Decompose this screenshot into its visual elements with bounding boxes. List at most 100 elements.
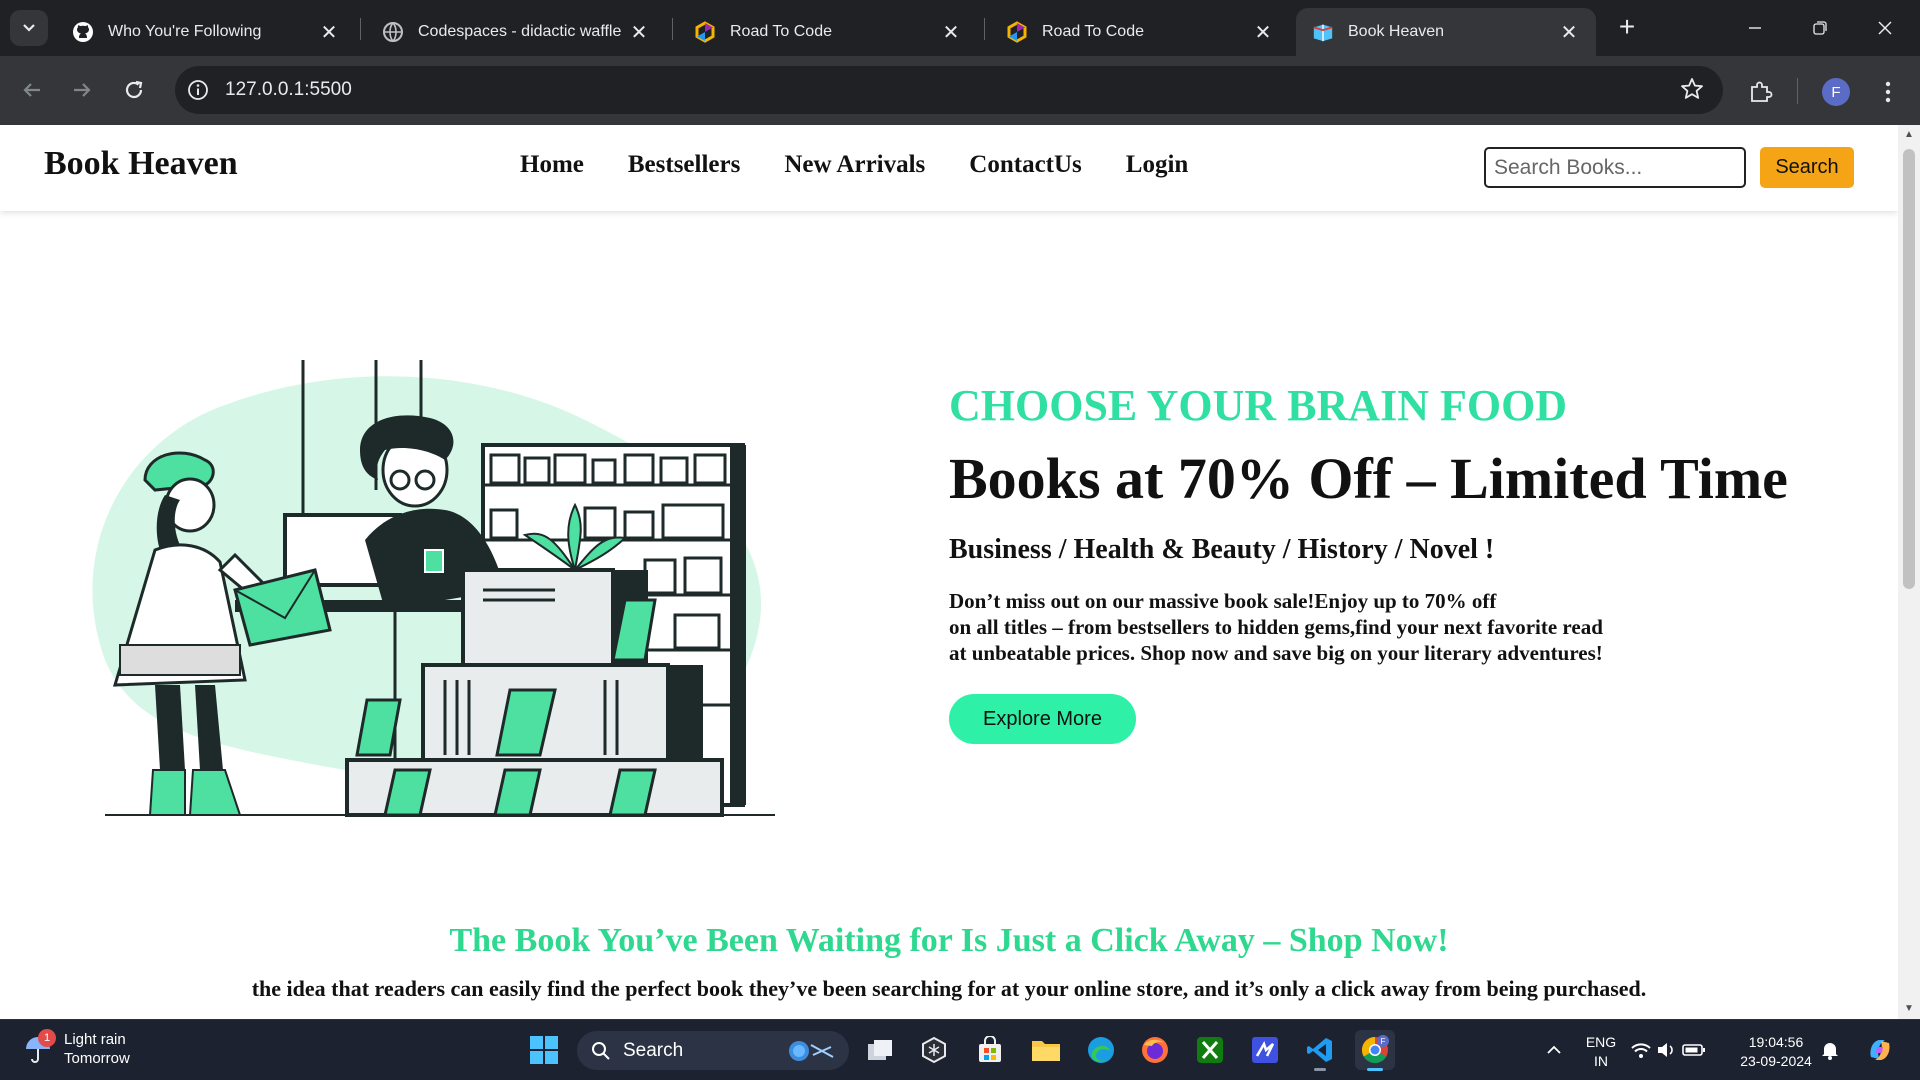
site-info-icon[interactable] [183, 75, 213, 105]
clock-time: 19:04:56 [1748, 1034, 1804, 1050]
quick-settings-button[interactable] [1628, 1030, 1708, 1070]
tab-separator [984, 18, 985, 40]
umbrella-icon: 1 [22, 1029, 56, 1065]
taskbar-app-unity[interactable] [914, 1030, 954, 1070]
arrow-left-icon [23, 83, 40, 97]
globe-icon [382, 21, 404, 43]
extensions-button[interactable] [1742, 74, 1778, 110]
tab-separator [360, 18, 361, 40]
puzzle-icon [1751, 81, 1773, 102]
task-view-button[interactable] [860, 1030, 900, 1070]
hero-description: Don’t miss out on our massive book sale!… [949, 588, 1788, 666]
nav-home-link[interactable]: Home [520, 151, 584, 179]
roadtocode-icon [694, 21, 716, 43]
close-icon[interactable]: ✕ [318, 21, 340, 44]
site-logo[interactable]: Book Heaven [44, 145, 238, 183]
forward-button[interactable] [64, 72, 100, 108]
minimize-button[interactable] [1730, 8, 1780, 48]
weather-title: Light rain [64, 1031, 126, 1048]
copilot-icon [1870, 1040, 1890, 1060]
edge-icon [1088, 1037, 1114, 1063]
notifications-button[interactable] [1815, 1030, 1845, 1070]
scroll-up-arrow-icon[interactable]: ▲ [1903, 129, 1915, 141]
tab-title: Road To Code [1042, 23, 1144, 40]
bookstore-illustration [92, 360, 775, 817]
taskbar-app-xbox[interactable] [1190, 1030, 1230, 1070]
explore-more-button[interactable]: Explore More [949, 694, 1136, 744]
page-viewport: Book Heaven Home Bestsellers New Arrival… [0, 125, 1898, 1019]
tab-search-button[interactable] [10, 10, 48, 46]
notification-badge: 1 [38, 1029, 56, 1047]
active-indicator [1367, 1068, 1383, 1071]
tab-github[interactable]: Who You're Following ✕ [56, 8, 356, 56]
hero-eyebrow: CHOOSE YOUR BRAIN FOOD [949, 381, 1568, 430]
start-button[interactable] [524, 1030, 564, 1070]
vscode-icon [1307, 1038, 1332, 1062]
tab-title: Codespaces - didactic waffle [418, 23, 622, 40]
taskbar-app-store[interactable] [970, 1030, 1010, 1070]
nav-contact-link[interactable]: ContactUs [969, 151, 1082, 179]
language-indicator[interactable]: ENG IN [1582, 1033, 1620, 1071]
clock[interactable]: 19:04:56 23-09-2024 [1728, 1033, 1824, 1071]
taskbar-app-edge[interactable] [1081, 1030, 1121, 1070]
battery-icon [1682, 1044, 1705, 1056]
taskbar-app-chrome[interactable]: F [1355, 1030, 1395, 1071]
taskbar-app-visual-studio[interactable] [1245, 1030, 1285, 1070]
arrow-right-icon [74, 83, 91, 97]
browser-menu-button[interactable] [1870, 74, 1906, 110]
book-icon [1312, 21, 1334, 43]
clock-date: 23-09-2024 [1740, 1053, 1812, 1069]
taskbar-app-file-explorer[interactable] [1026, 1030, 1066, 1070]
taskbar-app-firefox[interactable] [1135, 1030, 1175, 1070]
tab-separator [672, 18, 673, 40]
address-bar[interactable]: 127.0.0.1:5500 [175, 66, 1723, 114]
show-hidden-icons-button[interactable] [1534, 1030, 1574, 1070]
page-scrollbar[interactable]: ▲ ▼ [1898, 125, 1920, 1019]
nav-login-link[interactable]: Login [1126, 151, 1189, 179]
tab-title: Who You're Following [108, 23, 262, 40]
copilot-button[interactable] [1860, 1030, 1900, 1070]
browser-toolbar: 127.0.0.1:5500 F [0, 56, 1920, 125]
close-icon[interactable]: ✕ [1558, 21, 1580, 44]
minimize-icon [1749, 27, 1761, 29]
back-button[interactable] [14, 72, 50, 108]
windows-logo-icon [530, 1036, 558, 1064]
scrollbar-thumb[interactable] [1903, 149, 1915, 589]
window-close-button[interactable] [1860, 8, 1910, 48]
visual-studio-icon [1252, 1037, 1278, 1063]
taskbar-app-vscode[interactable] [1300, 1030, 1340, 1071]
bell-icon [1822, 1043, 1838, 1060]
taskbar-search-label: Search [623, 1039, 684, 1061]
bookmark-star-icon[interactable] [1679, 76, 1705, 107]
taskbar-search-box[interactable]: Search [577, 1031, 849, 1070]
hero-description-line: on all titles – from bestsellers to hidd… [949, 615, 1603, 639]
nav-new-arrivals-link[interactable]: New Arrivals [784, 151, 925, 179]
browser-tab-strip: Who You're Following ✕ Codespaces - dida… [0, 0, 1920, 56]
nav-bestsellers-link[interactable]: Bestsellers [628, 151, 740, 179]
close-icon[interactable]: ✕ [628, 21, 650, 44]
tab-road-to-code-2[interactable]: Road To Code ✕ [990, 8, 1290, 56]
tab-title: Book Heaven [1348, 23, 1445, 40]
tab-title: Road To Code [730, 23, 832, 40]
tab-codespaces[interactable]: Codespaces - didactic waffle ✕ [366, 8, 666, 56]
site-header: Book Heaven Home Bestsellers New Arrival… [0, 125, 1898, 211]
tab-book-heaven[interactable]: Book Heaven ✕ [1296, 8, 1596, 56]
profile-button[interactable]: F [1818, 74, 1854, 110]
search-button[interactable]: Search [1760, 147, 1854, 188]
tab-road-to-code-1[interactable]: Road To Code ✕ [678, 8, 978, 56]
wifi-icon [1631, 1043, 1651, 1058]
restore-button[interactable] [1795, 8, 1845, 48]
chrome-icon: F [1361, 1035, 1389, 1064]
search-highlight-icon [783, 1037, 839, 1071]
promo-title: The Book You’ve Been Waiting for Is Just… [449, 922, 1449, 959]
new-tab-button[interactable]: + [1612, 11, 1642, 42]
running-indicator [1314, 1068, 1326, 1071]
search-books-input[interactable] [1484, 147, 1746, 188]
toolbar-separator [1797, 78, 1798, 104]
close-icon[interactable]: ✕ [940, 21, 962, 44]
scroll-down-arrow-icon[interactable]: ▼ [1903, 1003, 1915, 1015]
close-icon [1878, 21, 1892, 35]
reload-button[interactable] [116, 72, 152, 108]
close-icon[interactable]: ✕ [1252, 21, 1274, 44]
weather-widget[interactable]: 1 Light rain Tomorrow [22, 1029, 130, 1068]
